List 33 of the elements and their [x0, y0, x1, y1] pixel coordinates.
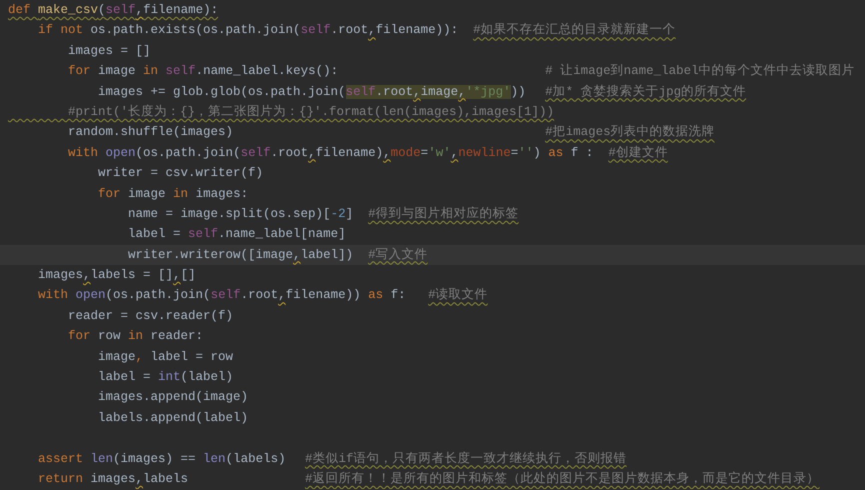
code-line: name = image.split(os.sep)[-2] [127, 206, 354, 223]
code-line: if not os.path.exists(os.path.join(self.root,filename)): [37, 22, 458, 40]
code-line: writer.writerow([image,label]) [127, 246, 354, 264]
code-line: image, label = row [97, 348, 234, 366]
code-line: images.append(image) [97, 389, 248, 406]
code-line: for row in reader: [67, 328, 204, 346]
code-line: writer = csv.writer(f) [97, 165, 264, 182]
code-line: with open(os.path.join(self.root,filename),mode='w',newline='') as f : [67, 144, 594, 162]
code-comment: #类似if语句，只有两者长度一致才继续执行，否则报错 [305, 450, 627, 468]
code-comment: #创建文件 [608, 144, 668, 162]
code-line: label = self.name_label[name] [127, 226, 346, 244]
code-comment: # 让image到name_label中的每个文件中去读取图片 [545, 62, 855, 80]
code-line: images = [] [67, 42, 151, 60]
code-line: images,labels = [],[] [37, 267, 196, 284]
code-comment: #加* 贪婪搜索关于jpg的所有文件 [545, 84, 746, 101]
code-comment: #print('长度为：{}，第二张图片为：{}'.format(len(images),images[1])) [67, 104, 554, 121]
code-line: def make_csv(self,filename): [8, 2, 218, 19]
code-line: label = int(label) [97, 369, 234, 386]
code-line: with open(os.path.join(self.root,filename)) as f: [37, 287, 406, 304]
code-line: for image in images: [97, 186, 248, 203]
code-line: random.shuffle(images) [67, 124, 234, 142]
code-comment: #把images列表中的数据洗牌 [545, 124, 715, 142]
code-line: return images,labels [37, 470, 190, 488]
code-comment: #写入文件 [368, 246, 428, 264]
code-line: labels.append(label) [97, 410, 248, 427]
code-line: for image in self.name_label.keys(): [67, 63, 340, 80]
code-comment: #返回所有！！是所有的图片和标签（此处的图片不是图片数据本身，而是它的文件目录） [305, 470, 820, 488]
code-comment: #得到与图片相对应的标签 [368, 206, 519, 223]
code-line: images += glob.glob(os.path.join(self.root,image,'*jpg')) [97, 84, 527, 101]
code-comment: #如果不存在汇总的目录就新建一个 [473, 22, 676, 40]
code-line: reader = csv.reader(f) [67, 308, 234, 325]
code-comment: #读取文件 [428, 286, 488, 304]
code-line: assert len(images) == len(labels) [37, 450, 287, 468]
